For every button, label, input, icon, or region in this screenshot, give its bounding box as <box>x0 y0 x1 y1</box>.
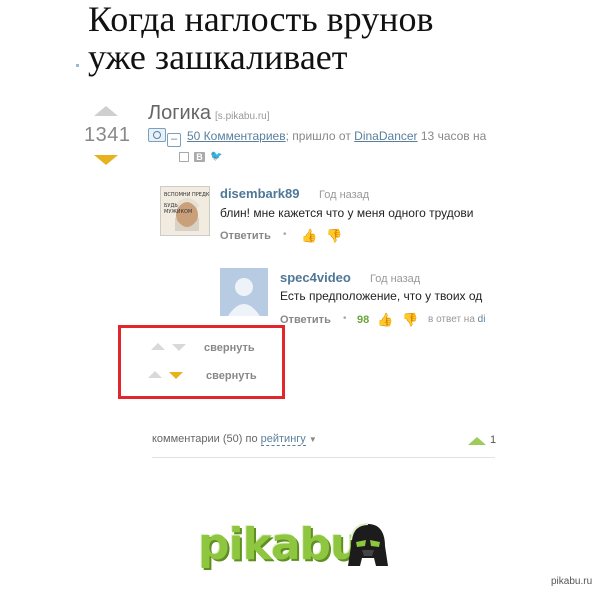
post-time: 13 часов на <box>417 129 487 143</box>
comment-text: Есть предположение, что у твоих од <box>280 289 483 303</box>
right-count: 1 <box>490 434 497 446</box>
stray-dot <box>76 64 79 67</box>
comment-username[interactable]: disembark89 <box>220 186 300 201</box>
comment-time: Год назад <box>370 273 421 285</box>
svg-text:ВСПОМНИ ПРЕДКОВ: ВСПОМНИ ПРЕДКОВ <box>164 192 209 198</box>
collapse-button[interactable]: свернуть <box>206 370 257 382</box>
reply-to-user[interactable]: di <box>478 314 486 325</box>
post-meta: –50 Комментариев; пришло от DinaDancer 1… <box>148 128 498 147</box>
author-link[interactable]: DinaDancer <box>354 129 417 143</box>
upvote-icon[interactable] <box>151 343 165 350</box>
post-title[interactable]: Логика [s.pikabu.ru] <box>148 102 270 125</box>
downvote-icon[interactable] <box>172 344 186 351</box>
minus-button[interactable]: – <box>167 133 181 147</box>
chevron-down-icon[interactable]: ▼ <box>309 435 317 444</box>
svg-text:МУЖИКОМ: МУЖИКОМ <box>164 209 192 215</box>
save-icon[interactable] <box>179 151 189 162</box>
post-downvote-icon[interactable] <box>94 155 118 165</box>
comments-count-label: комментарии (50) по <box>152 433 261 445</box>
comments-link[interactable]: 50 Комментариев <box>187 129 286 143</box>
thumbs-up-icon[interactable]: 👍 <box>377 312 393 328</box>
downvote-active-icon[interactable] <box>169 372 183 379</box>
collapse-button[interactable]: свернуть <box>204 342 255 354</box>
post-title-text[interactable]: Логика <box>148 102 211 124</box>
sort-dropdown[interactable]: рейтингу <box>260 433 306 446</box>
highlight-frame <box>118 325 285 399</box>
comments-sort-bar: комментарии (50) по рейтингу ▼ <box>152 433 317 446</box>
meta-from: ; пришло от <box>285 129 355 143</box>
comment-time: Год назад <box>319 189 370 201</box>
thumbs-up-icon[interactable]: 👍 <box>301 228 317 244</box>
vk-share-icon[interactable]: В <box>194 151 205 162</box>
comment-text: блин! мне кажется что у меня одного труд… <box>220 206 474 220</box>
divider <box>152 457 495 458</box>
share-row: В 🐦 <box>179 151 222 162</box>
darth-vader-icon <box>346 522 390 572</box>
comment-username[interactable]: spec4video <box>280 270 351 285</box>
avatar[interactable] <box>220 268 268 316</box>
pikabu-logo: pikabu <box>198 519 361 570</box>
thumbs-down-icon[interactable]: 👎 <box>326 228 342 244</box>
separator-dot: • <box>283 229 287 240</box>
reply-button[interactable]: Ответить <box>220 230 271 242</box>
watermark: pikabu.ru <box>551 576 593 587</box>
comment-score: 98 <box>357 314 370 326</box>
camera-icon <box>148 128 166 142</box>
reply-button[interactable]: Ответить <box>280 314 331 326</box>
twitter-share-icon[interactable]: 🐦 <box>210 151 222 162</box>
thumbs-down-icon[interactable]: 👎 <box>402 312 418 328</box>
post-rating: 1341 <box>84 124 131 146</box>
green-upvote-icon[interactable] <box>468 437 486 445</box>
reply-to: в ответ на di <box>428 314 498 325</box>
reply-to-prefix: в ответ на <box>428 314 478 325</box>
meme-caption: Когда наглость врунов уже зашкаливает <box>88 0 508 76</box>
avatar[interactable]: ВСПОМНИ ПРЕДКОВ БУДЬ МУЖИКОМ <box>160 186 210 236</box>
post-domain: [s.pikabu.ru] <box>215 111 270 122</box>
meme-caption-line-1: Когда наглость врунов <box>88 0 434 39</box>
post-upvote-icon[interactable] <box>94 106 118 116</box>
meme-caption-line-2: уже зашкаливает <box>88 37 348 77</box>
separator-dot: • <box>343 313 347 324</box>
upvote-icon[interactable] <box>148 371 162 378</box>
